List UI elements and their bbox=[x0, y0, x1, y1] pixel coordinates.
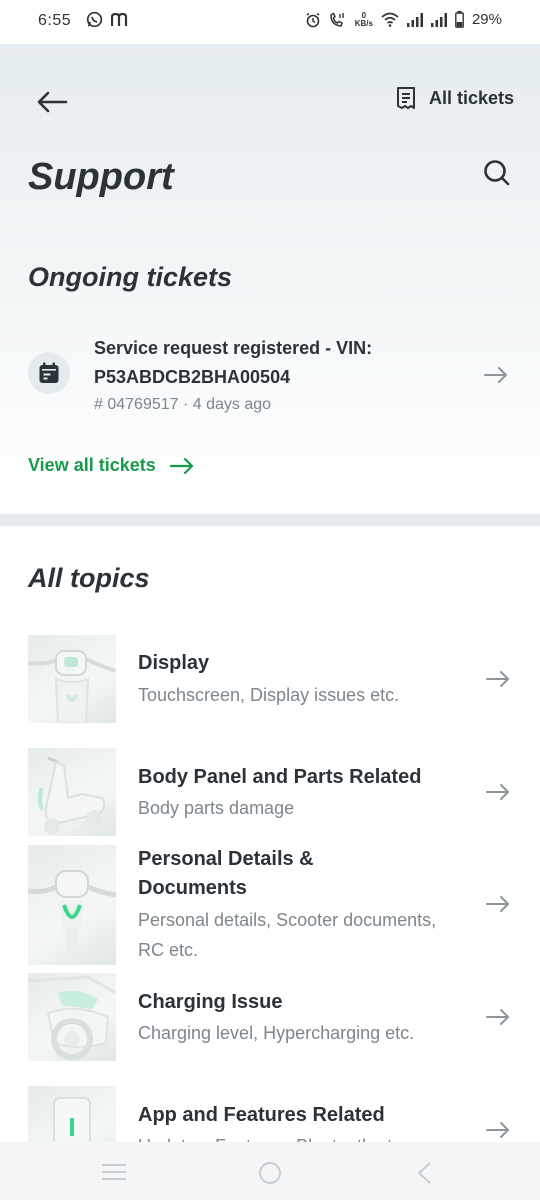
back-nav-icon[interactable] bbox=[416, 1161, 432, 1185]
network-speed-icon: 0 KB/s bbox=[354, 11, 373, 28]
all-tickets-label: All tickets bbox=[428, 87, 514, 108]
notification-icons bbox=[86, 11, 129, 28]
signal-icon bbox=[406, 12, 423, 27]
ongoing-ticket-card[interactable]: Service request registered - VIN: P53ABD… bbox=[24, 330, 516, 420]
signal-icon bbox=[430, 12, 447, 27]
all-topics-heading: All topics bbox=[28, 563, 150, 593]
topic-thumbnail bbox=[28, 635, 116, 723]
battery-level: 29% bbox=[471, 11, 502, 28]
ticket-title: Service request registered - VIN: P53ABD… bbox=[94, 338, 373, 387]
volte-call-icon bbox=[329, 11, 344, 27]
arrow-right-icon bbox=[486, 896, 509, 912]
topic-title: Body Panel and Parts Related bbox=[138, 766, 422, 788]
alarm-icon bbox=[306, 12, 320, 27]
topic-thumbnail bbox=[28, 748, 116, 836]
whatsapp-icon bbox=[86, 11, 103, 28]
topic-display[interactable]: Display Touchscreen, Display issues etc. bbox=[28, 635, 518, 723]
search-icon[interactable] bbox=[482, 158, 512, 188]
receipt-icon bbox=[396, 87, 415, 109]
topic-title: Display bbox=[138, 652, 210, 674]
arrow-right-icon bbox=[486, 784, 509, 800]
home-icon[interactable] bbox=[258, 1161, 282, 1185]
status-time: 6:55 bbox=[38, 12, 72, 29]
topic-title: Charging Issue bbox=[138, 991, 283, 1013]
topic-subtitle: Touchscreen, Display issues etc. bbox=[138, 685, 400, 705]
topic-subtitle: Body parts damage bbox=[138, 798, 295, 818]
scooter-charging-image bbox=[28, 975, 116, 1060]
scooter-display-image bbox=[28, 650, 116, 723]
view-all-tickets-label: View all tickets bbox=[28, 455, 156, 475]
system-icons: 0 KB/s 29% bbox=[305, 11, 502, 28]
view-all-tickets-link[interactable]: View all tickets bbox=[28, 455, 194, 476]
battery-icon bbox=[455, 11, 464, 28]
scooter-front-image bbox=[28, 870, 116, 965]
section-divider bbox=[0, 514, 540, 526]
topic-subtitle: Charging level, Hypercharging etc. bbox=[138, 1023, 415, 1043]
topic-title: App and Features Related bbox=[138, 1104, 385, 1126]
topic-thumbnail bbox=[28, 973, 116, 1061]
system-navigation-bar bbox=[0, 1142, 540, 1200]
arrow-right-icon bbox=[486, 1122, 509, 1138]
topic-charging-issue[interactable]: Charging Issue Charging level, Hyperchar… bbox=[28, 973, 518, 1061]
topic-personal-details[interactable]: Personal Details & Documents Personal de… bbox=[28, 845, 518, 965]
arrow-right-icon bbox=[486, 1009, 509, 1025]
topic-title: Personal Details & Documents bbox=[138, 848, 314, 899]
ongoing-tickets-heading: Ongoing tickets bbox=[28, 262, 233, 292]
topic-thumbnail bbox=[28, 845, 116, 965]
calendar-icon bbox=[39, 362, 59, 383]
status-bar: 6:55 0 KB/s 29% bbox=[0, 0, 540, 44]
arrow-right-icon bbox=[169, 457, 193, 474]
ticket-meta: # 04769517 · 4 days ago bbox=[94, 396, 272, 413]
wifi-icon bbox=[381, 12, 399, 27]
arrow-right-icon bbox=[484, 367, 507, 383]
topic-body-panel[interactable]: Body Panel and Parts Related Body parts … bbox=[28, 748, 518, 836]
topic-subtitle: Personal details, Scooter documents, RC … bbox=[138, 910, 437, 960]
recent-apps-icon[interactable] bbox=[101, 1163, 127, 1181]
page-title: Support bbox=[28, 156, 174, 198]
network-speed-unit: KB/s bbox=[354, 18, 373, 28]
scooter-body-image bbox=[38, 756, 106, 834]
all-tickets-button[interactable]: All tickets bbox=[395, 86, 514, 110]
ticket-icon-badge bbox=[28, 352, 70, 394]
arrow-right-icon bbox=[486, 671, 509, 687]
m-app-icon bbox=[111, 12, 128, 26]
back-arrow-icon[interactable] bbox=[36, 90, 68, 114]
